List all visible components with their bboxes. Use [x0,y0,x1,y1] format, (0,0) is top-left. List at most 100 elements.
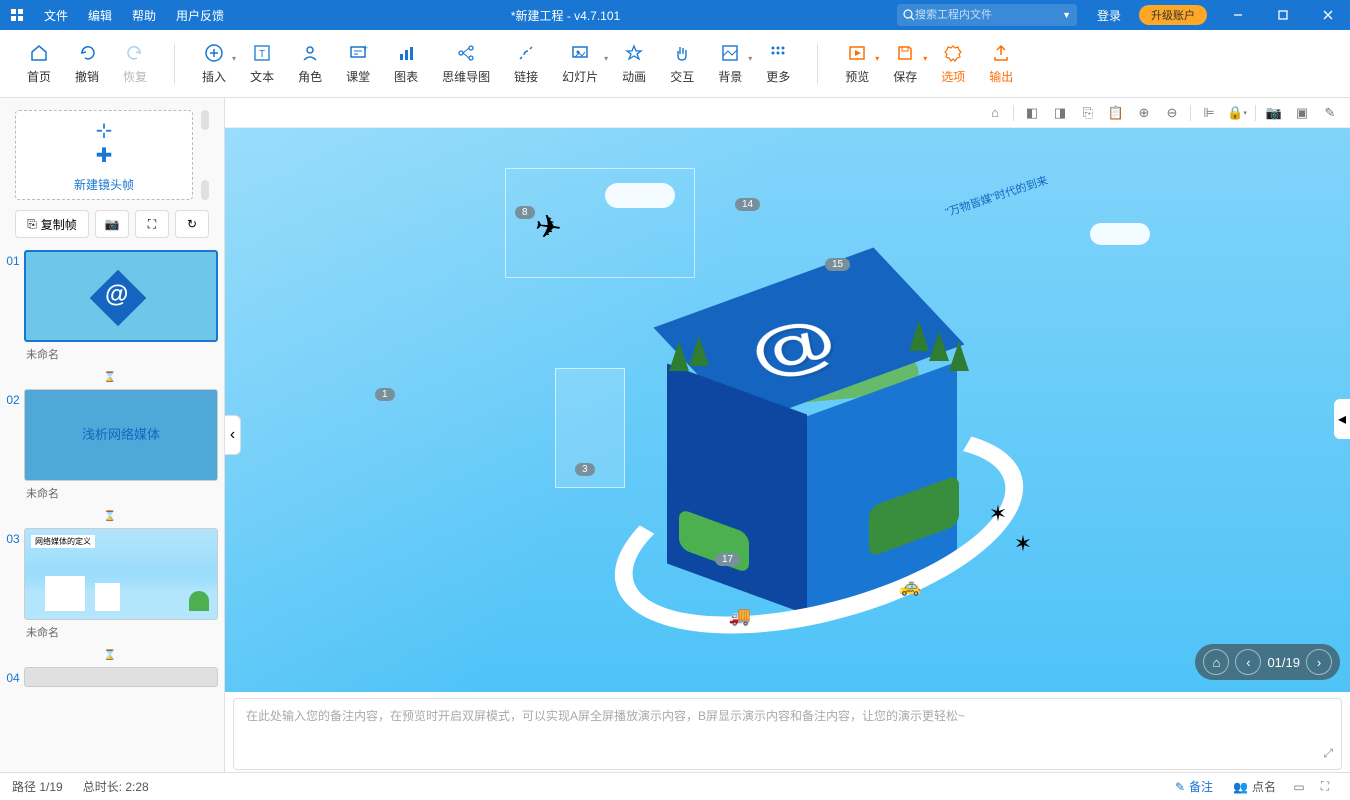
zoom-out-button[interactable]: ⊖ [1162,103,1182,123]
camera-button[interactable]: 📷 [95,210,129,238]
canvas-annotation: "万物皆媒"时代的到来 [943,172,1050,220]
text-icon: T [251,42,273,64]
search-input[interactable] [915,9,1062,21]
svg-text:T: T [259,49,265,60]
options-button[interactable]: 选项 [929,38,977,89]
earth-graphic: @ 🚚 🚕 ✶ ✶ [619,241,999,621]
path-indicator: 路径 1/19 [12,778,63,795]
slide-button[interactable]: 幻灯片▾ [550,38,610,89]
marker[interactable]: 15 [825,258,850,271]
chevron-down-icon[interactable]: ▼ [1062,10,1071,20]
marker[interactable]: 8 [515,206,535,219]
menu-file[interactable]: 文件 [34,0,78,30]
text-button[interactable]: T文本 [238,38,286,89]
people-icon: 👥 [1233,780,1248,794]
search-icon [903,9,915,21]
person-icon [299,42,321,64]
home-button[interactable]: 首页 [15,38,63,89]
save-button[interactable]: 保存▾ [881,38,929,89]
background-button[interactable]: 背景▾ [706,38,754,89]
refresh-button[interactable]: ↻ [175,210,209,238]
close-button[interactable] [1305,0,1350,30]
menu-help[interactable]: 帮助 [122,0,166,30]
marker[interactable]: 14 [735,198,760,211]
status-fullscreen-button[interactable]: ⛶ [1312,777,1338,797]
marker[interactable]: 1 [375,388,395,401]
window-title: *新建工程 - v4.7.101 [234,7,897,24]
preview-button[interactable]: 预览▾ [833,38,881,89]
chart-button[interactable]: 图表 [382,38,430,89]
save-icon [894,42,916,64]
more-button[interactable]: 更多 [754,38,802,89]
upgrade-button[interactable]: 升级账户 [1139,5,1207,25]
link-icon [515,42,537,64]
nav-home-button[interactable]: ⌂ [1203,649,1229,675]
fullscreen-button[interactable]: ⛶ [135,210,169,238]
thumbnail-item[interactable]: 01 @ 未命名 [2,250,218,366]
scroll-up[interactable] [201,110,209,130]
link-button[interactable]: 链接 [502,38,550,89]
new-frame-button[interactable]: ⊹✚ 新建镜头帧 [15,110,193,200]
expand-icon[interactable]: ⤢ [1323,746,1333,761]
star-icon [623,42,645,64]
page-indicator: 01/19 [1267,655,1300,670]
board-icon: + [347,42,369,64]
canvas-tool-1[interactable]: ◧ [1022,103,1042,123]
right-panel-toggle[interactable]: ◂ [1334,399,1350,439]
menu-feedback[interactable]: 用户反馈 [166,0,234,30]
canvas-tool-3[interactable]: ⎘ [1078,103,1098,123]
thumbnail-item[interactable]: 04 [2,667,218,687]
transition-icon[interactable]: ⌛ [2,372,218,383]
role-button[interactable]: 角色 [286,38,334,89]
chart-icon [395,42,417,64]
slide-icon [569,42,591,64]
main-area: ⊹✚ 新建镜头帧 ⎘复制帧 📷 ⛶ ↻ 01 @ 未命名 ⌛ [0,98,1350,772]
maximize-button[interactable] [1260,0,1305,30]
roll-call-button[interactable]: 👥点名 [1223,778,1286,795]
insert-button[interactable]: 插入▾ [190,38,238,89]
scroll-down[interactable] [201,180,209,200]
nav-next-button[interactable]: › [1306,649,1332,675]
output-button[interactable]: 输出 [977,38,1025,89]
align-button[interactable]: ⊫ [1199,103,1219,123]
status-layout-button[interactable]: ▭ [1286,777,1312,797]
canvas-area: ‹ ⌂ ◧ ◨ ⎘ 📋 ⊕ ⊖ ⊫ 🔒▾ 📷 ▣ ✎ ◂ ✈ [225,98,1350,772]
nav-prev-button[interactable]: ‹ [1235,649,1261,675]
redo-button[interactable]: 恢复 [111,38,159,89]
menu-edit[interactable]: 编辑 [78,0,122,30]
thumbnail-item[interactable]: 02 浅析网络媒体 未命名 [2,389,218,505]
zoom-in-button[interactable]: ⊕ [1134,103,1154,123]
canvas-tool-4[interactable]: 📋 [1106,103,1126,123]
frame-scroll [201,110,209,200]
hand-icon [671,42,693,64]
undo-button[interactable]: 撤销 [63,38,111,89]
interaction-button[interactable]: 交互 [658,38,706,89]
mindmap-button[interactable]: 思维导图 [430,38,502,89]
minimize-button[interactable] [1215,0,1260,30]
plus-circle-icon [203,42,225,64]
thumbnail-item[interactable]: 03 网络媒体的定义 未命名 [2,528,218,644]
animation-button[interactable]: 动画 [610,38,658,89]
classroom-button[interactable]: +课堂 [334,38,382,89]
lock-button[interactable]: 🔒▾ [1227,103,1247,123]
copy-frame-button[interactable]: ⎘复制帧 [15,210,89,238]
transition-icon[interactable]: ⌛ [2,511,218,522]
edit-button[interactable]: ✎ [1320,103,1340,123]
camera-canvas-button[interactable]: 📷 [1264,103,1284,123]
marker[interactable]: 17 [715,553,740,566]
canvas-viewport[interactable]: ◂ ✈ @ [225,128,1350,692]
note-icon: ✎ [1175,780,1185,794]
marker[interactable]: 3 [575,463,595,476]
refresh-icon: ↻ [187,217,197,231]
duration-indicator: 总时长: 2:28 [83,778,149,795]
home-view-button[interactable]: ⌂ [985,103,1005,123]
notes-input[interactable]: 在此处输入您的备注内容，在预览时开启双屏模式，可以实现A屏全屏播放演示内容，B屏… [233,698,1342,770]
transition-icon[interactable]: ⌛ [2,650,218,661]
remark-button[interactable]: ✎备注 [1165,778,1223,795]
search-box[interactable]: ▼ [897,4,1077,26]
canvas-tool-2[interactable]: ◨ [1050,103,1070,123]
layers-button[interactable]: ▣ [1292,103,1312,123]
login-button[interactable]: 登录 [1087,0,1131,30]
thumbnail-list: 01 @ 未命名 ⌛ 02 浅析网络媒体 未命名 ⌛ 03 网络媒体的定 [0,250,224,772]
sidebar-collapse-button[interactable]: ‹ [225,415,241,455]
